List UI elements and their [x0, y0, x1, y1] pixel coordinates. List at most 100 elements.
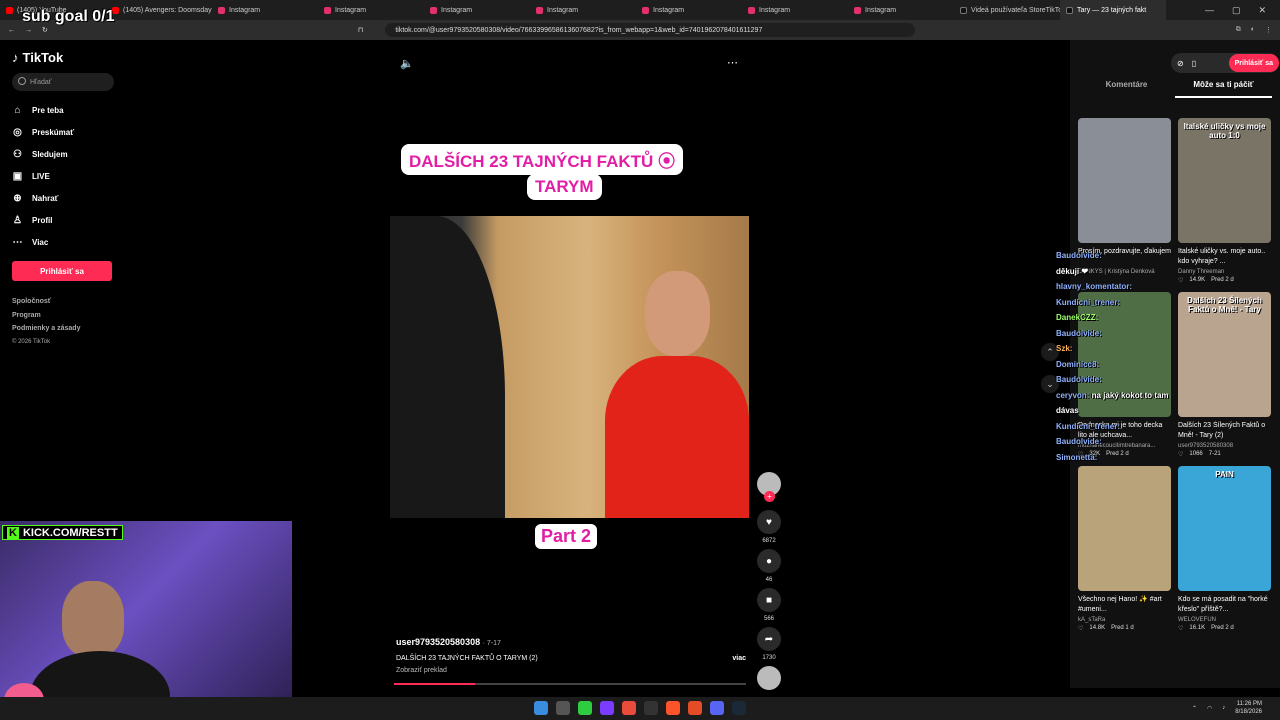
sidebar-item[interactable]: ⋯ Viac — [12, 231, 113, 253]
card-thumbnail[interactable]: Italské uličky vs moje auto 1:0 — [1178, 118, 1271, 243]
man-shirt — [605, 356, 749, 518]
tray-chevron-icon[interactable]: ⌃ — [1192, 705, 1197, 712]
footer-link[interactable]: Spoločnosť — [12, 295, 113, 309]
taskbar-app-icon[interactable] — [600, 701, 614, 715]
tab-comments[interactable]: Komentáre — [1078, 80, 1175, 98]
card-author[interactable]: Danny Threeman — [1178, 269, 1271, 275]
browser-tab[interactable]: Instagram — [424, 0, 530, 20]
url-text: tiktok.com/@user9793520580308/video/7663… — [395, 26, 763, 34]
card-thumbnail[interactable] — [1078, 466, 1171, 591]
chat-message: Dominicc8: — [1056, 357, 1186, 373]
card-thumbnail[interactable]: PAIN — [1178, 466, 1271, 591]
video-card[interactable]: Všechno nej Hano! ✨ #art #umeni... kA_sTa… — [1078, 466, 1171, 632]
card-title[interactable]: Všechno nej Hano! ✨ #art #umeni... — [1078, 595, 1171, 615]
card-author[interactable]: WELOVEFUN — [1178, 617, 1271, 623]
comment-button[interactable]: ● — [757, 549, 781, 573]
card-thumbnail[interactable]: Dalších 23 Šílených Faktů o Mně! - Tary — [1178, 292, 1271, 417]
sidebar-item[interactable]: ⚇ Sledujem — [12, 143, 113, 165]
footer-link[interactable]: Program — [12, 309, 113, 323]
sidebar-item[interactable]: ♙ Profil — [12, 209, 113, 231]
card-thumbnail[interactable] — [1078, 118, 1171, 243]
music-disc-icon[interactable] — [757, 666, 781, 690]
card-title[interactable]: Kdo se má posadit na "horké křeslo" příš… — [1178, 595, 1271, 615]
taskbar-app-icon[interactable] — [644, 701, 658, 715]
browser-tab[interactable]: Videá používateľa StoreTikTok — [954, 0, 1060, 20]
bookmark-icon[interactable]: ⊓ — [358, 26, 363, 34]
more-options-icon[interactable]: ⋯ — [727, 56, 738, 69]
card-title[interactable]: Dalších 23 Šílených Faktů o Mně! - Tary … — [1178, 421, 1271, 441]
thumbnail-text: Italské uličky vs moje auto 1:0 — [1183, 122, 1266, 140]
card-author[interactable]: user9793520580308 — [1178, 443, 1271, 449]
copyright: © 2026 TikTok — [12, 338, 51, 345]
like-button[interactable]: ♥ — [757, 510, 781, 534]
sidebar-item[interactable]: ⌂ Pre teba — [12, 99, 113, 121]
clock-time: 11:26 PM — [1236, 701, 1262, 707]
sidebar-item[interactable]: ⊕ Nahrať — [12, 187, 113, 209]
browser-actions: ⧉ ◐ ⋮ — [1236, 26, 1272, 34]
taskbar-app-icon[interactable] — [688, 701, 702, 715]
taskbar-app-icon[interactable] — [556, 701, 570, 715]
close-icon[interactable]: ✕ — [1258, 5, 1266, 16]
forward-icon[interactable]: → — [25, 27, 32, 34]
more-link[interactable]: viac — [732, 655, 746, 662]
profile-icon[interactable]: ◐ — [1251, 26, 1255, 34]
tiktok-logo[interactable]: ♪ TikTok — [12, 50, 113, 65]
video-card[interactable]: Dalších 23 Šílených Faktů o Mně! - Tary D… — [1178, 292, 1271, 458]
url-field[interactable]: tiktok.com/@user9793520580308/video/7663… — [385, 23, 916, 37]
browser-tab[interactable]: Instagram — [742, 0, 848, 20]
login-button[interactable]: Prihlásiť sa — [12, 261, 112, 281]
device-icon[interactable]: ▯ — [1192, 59, 1196, 68]
header-login-button[interactable]: Prihlásiť sa — [1228, 54, 1279, 72]
browser-tab[interactable]: Instagram — [848, 0, 954, 20]
browser-tab[interactable]: Tary — 23 tajných fakt — [1060, 0, 1166, 20]
tab-recommended[interactable]: Môže sa ti páčiť — [1175, 80, 1272, 98]
settings-icon[interactable]: ⊘ — [1177, 59, 1184, 68]
extensions-icon[interactable]: ⧉ — [1236, 26, 1241, 34]
taskbar-app-icon[interactable] — [534, 701, 548, 715]
chat-text: děkuji ❤ — [1056, 266, 1089, 276]
video-card[interactable]: PAIN Kdo se má posadit na "horké křeslo" … — [1178, 466, 1271, 632]
search-input[interactable]: Hľadať — [12, 73, 114, 91]
sidebar-item[interactable]: ◎ Preskúmať — [12, 121, 113, 143]
browser-tab[interactable]: (1405) Avengers: Doomsday | — [106, 0, 212, 20]
right-tabs: Komentáre Môže sa ti páčiť — [1078, 80, 1272, 98]
progress-bar[interactable] — [394, 683, 746, 685]
taskbar-icons — [534, 701, 746, 715]
video-frame[interactable] — [390, 216, 749, 518]
maximize-icon[interactable]: ▢ — [1232, 5, 1241, 16]
minimize-icon[interactable]: — — [1205, 5, 1214, 16]
footer-link[interactable]: Podmienky a zásady — [12, 322, 113, 336]
card-author[interactable]: kA_sTaRa — [1078, 617, 1171, 623]
author-name[interactable]: user9793520580308 — [396, 637, 480, 647]
tiktok-note-icon: ♪ — [12, 50, 19, 65]
clock[interactable]: 11:26 PM 8/18/2026 — [1235, 700, 1262, 716]
sidebar-item[interactable]: ▣ LIVE — [12, 165, 113, 187]
card-likes: 14.9K — [1189, 277, 1206, 283]
sidebar-item-label: Nahrať — [32, 193, 59, 203]
reload-icon[interactable]: ↻ — [42, 26, 48, 34]
browser-tab[interactable]: Instagram — [636, 0, 742, 20]
taskbar-app-icon[interactable] — [710, 701, 724, 715]
wifi-icon[interactable]: ◠ — [1207, 705, 1212, 712]
menu-icon[interactable]: ⋮ — [1265, 26, 1272, 34]
video-card[interactable]: Italské uličky vs moje auto 1:0 Italské u… — [1178, 118, 1271, 284]
creator-avatar[interactable]: + — [757, 472, 781, 502]
browser-tab[interactable]: Instagram — [530, 0, 636, 20]
taskbar-app-icon[interactable] — [578, 701, 592, 715]
share-button[interactable]: ➦ — [757, 627, 781, 651]
card-title[interactable]: Italské uličky vs. moje auto.. kdo vyhra… — [1178, 247, 1271, 267]
progress-fill — [394, 683, 475, 685]
volume-icon[interactable]: 🔈 — [400, 57, 414, 70]
taskbar-app-icon[interactable] — [666, 701, 680, 715]
instagram-icon — [324, 6, 331, 14]
save-button[interactable]: ■ — [757, 588, 781, 612]
taskbar-app-icon[interactable] — [732, 701, 746, 715]
card-stats: ♡ 1066 7-21 — [1178, 451, 1271, 458]
speaker-icon[interactable]: ♪ — [1222, 705, 1225, 711]
browser-tab[interactable]: Instagram — [318, 0, 424, 20]
back-icon[interactable]: ← — [8, 27, 15, 34]
follow-plus-icon[interactable]: + — [764, 491, 775, 502]
taskbar-app-icon[interactable] — [622, 701, 636, 715]
browser-tab[interactable]: Instagram — [212, 0, 318, 20]
translate-link[interactable]: Zobraziť preklad — [396, 667, 746, 674]
